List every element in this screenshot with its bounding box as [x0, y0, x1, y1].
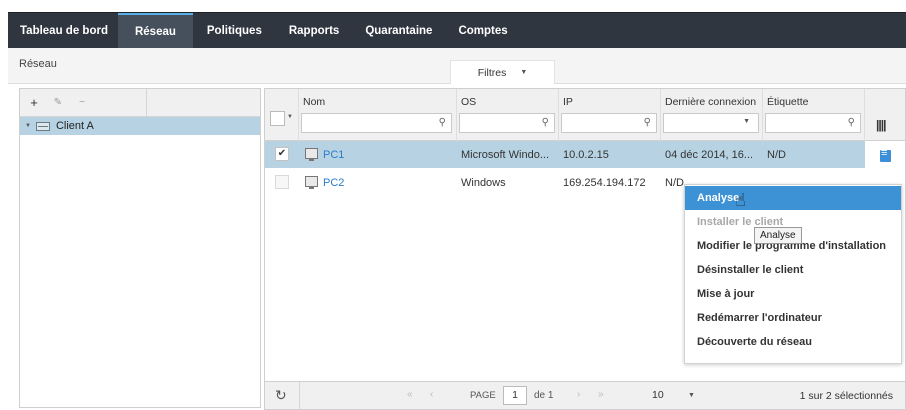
computer-icon [305, 176, 318, 189]
add-group-button[interactable]: + [24, 93, 44, 113]
task-list-icon[interactable] [880, 147, 891, 162]
menu-item-scan[interactable]: Analyse [685, 186, 901, 210]
columns-toggle-icon[interactable]: |||| [876, 118, 886, 132]
row-checkbox[interactable]: ✔ [275, 147, 289, 161]
pagination-bar: ↻ « ‹ PAGE 1 de 1 › » 10 ▼ 1 sur 2 sélec… [265, 381, 905, 410]
menu-item-uninstall-client[interactable]: Désinstaller le client [685, 258, 901, 282]
computer-icon [305, 148, 318, 161]
ip-cell: 10.0.2.15 [563, 148, 609, 161]
page-count: de 1 [534, 390, 554, 401]
table-row[interactable]: ✔ PC1 Microsoft Windo... 10.0.2.15 04 dé… [265, 141, 865, 168]
remove-group-button[interactable]: − [72, 93, 92, 113]
os-cell: Windows [461, 176, 506, 189]
ip-cell: 169.254.194.172 [563, 176, 646, 189]
next-page-icon[interactable]: › [577, 389, 580, 400]
column-last-seen: Dernière connexion ▼ [661, 89, 763, 141]
column-os: OS ⚲ [457, 89, 559, 141]
column-header-label[interactable]: IP [563, 96, 573, 108]
refresh-icon[interactable]: ↻ [275, 387, 287, 404]
filters-label: Filtres [477, 66, 507, 79]
selection-count: 1 sur 2 sélectionnés [799, 390, 893, 402]
chevron-down-icon[interactable]: ▼ [688, 392, 695, 399]
divider [299, 382, 300, 410]
tree-toolbar: + ✎ − [20, 88, 260, 117]
group-icon [35, 121, 50, 131]
label-filter-input[interactable]: ⚲ [765, 113, 861, 133]
tooltip: Analyse [754, 227, 802, 244]
tab-reports[interactable]: Rapports [276, 13, 352, 48]
column-ip: IP ⚲ [559, 89, 661, 141]
row-checkbox[interactable] [275, 175, 289, 189]
search-icon: ⚲ [847, 117, 855, 128]
endpoint-name-link[interactable]: PC2 [323, 177, 344, 189]
name-filter-input[interactable]: ⚲ [301, 113, 452, 133]
breadcrumb: Réseau [19, 58, 57, 70]
filters-button[interactable]: Filtres ▼ [450, 60, 555, 84]
chevron-down-icon: ▼ [743, 118, 750, 125]
column-label: Étiquette ⚲ [763, 89, 865, 141]
hand-pointer-icon: ☝ [735, 190, 746, 210]
column-name: Nom ⚲ [299, 89, 457, 141]
tree-item-label: Client A [55, 120, 94, 132]
column-header-label[interactable]: OS [461, 96, 476, 108]
page-number-input[interactable]: 1 [503, 386, 527, 405]
search-icon: ⚲ [541, 117, 549, 128]
page-label: PAGE [470, 390, 496, 401]
os-cell: Microsoft Windo... [461, 148, 550, 161]
search-icon: ⚲ [438, 117, 446, 128]
tab-network[interactable]: Réseau [117, 13, 193, 48]
tab-dashboard[interactable]: Tableau de bord [8, 13, 118, 48]
context-menu: Analyse Installer le client Modifier le … [684, 184, 902, 364]
column-header-label[interactable]: Étiquette [767, 96, 808, 108]
tree-item-client-a[interactable]: ▼ Client A [20, 117, 260, 135]
column-header-label[interactable]: Nom [303, 96, 325, 108]
grid-header: ▼ Nom ⚲ OS ⚲ IP ⚲ Dernière connexion ▼ É… [265, 89, 905, 141]
ip-filter-input[interactable]: ⚲ [561, 113, 657, 133]
select-column: ▼ [265, 89, 299, 141]
expand-triangle-icon[interactable]: ▼ [25, 123, 31, 129]
edit-group-button[interactable]: ✎ [48, 93, 68, 113]
tab-accounts[interactable]: Comptes [445, 13, 520, 48]
chevron-down-icon: ▼ [520, 69, 528, 76]
menu-item-network-discovery[interactable]: Découverte du réseau [685, 330, 901, 354]
last-seen-cell: N/D [665, 176, 684, 189]
network-tree-panel: + ✎ − ▼ Client A [19, 88, 261, 408]
label-cell: N/D [767, 148, 786, 161]
menu-item-restart[interactable]: Redémarrer l'ordinateur [685, 306, 901, 330]
last-seen-filter-select[interactable]: ▼ [663, 113, 759, 133]
page-size-select[interactable]: 10 [652, 389, 664, 401]
select-all-checkbox[interactable] [270, 111, 285, 126]
tab-policies[interactable]: Politiques [193, 13, 276, 48]
row-actions [865, 141, 905, 168]
last-page-icon[interactable]: » [598, 389, 604, 400]
column-header-label[interactable]: Dernière connexion [665, 96, 756, 108]
toolbar-divider [146, 88, 147, 117]
endpoint-name-link[interactable]: PC1 [323, 149, 344, 161]
search-icon: ⚲ [643, 117, 651, 128]
tab-quarantine[interactable]: Quarantaine [352, 13, 445, 48]
menu-item-update[interactable]: Mise à jour [685, 282, 901, 306]
os-filter-input[interactable]: ⚲ [459, 113, 555, 133]
prev-page-icon[interactable]: ‹ [430, 389, 433, 400]
main-navigation: Tableau de bord Réseau Politiques Rappor… [8, 12, 906, 48]
chevron-down-icon[interactable]: ▼ [287, 114, 293, 120]
last-seen-cell: 04 déc 2014, 16... [665, 148, 754, 161]
first-page-icon[interactable]: « [407, 389, 413, 400]
